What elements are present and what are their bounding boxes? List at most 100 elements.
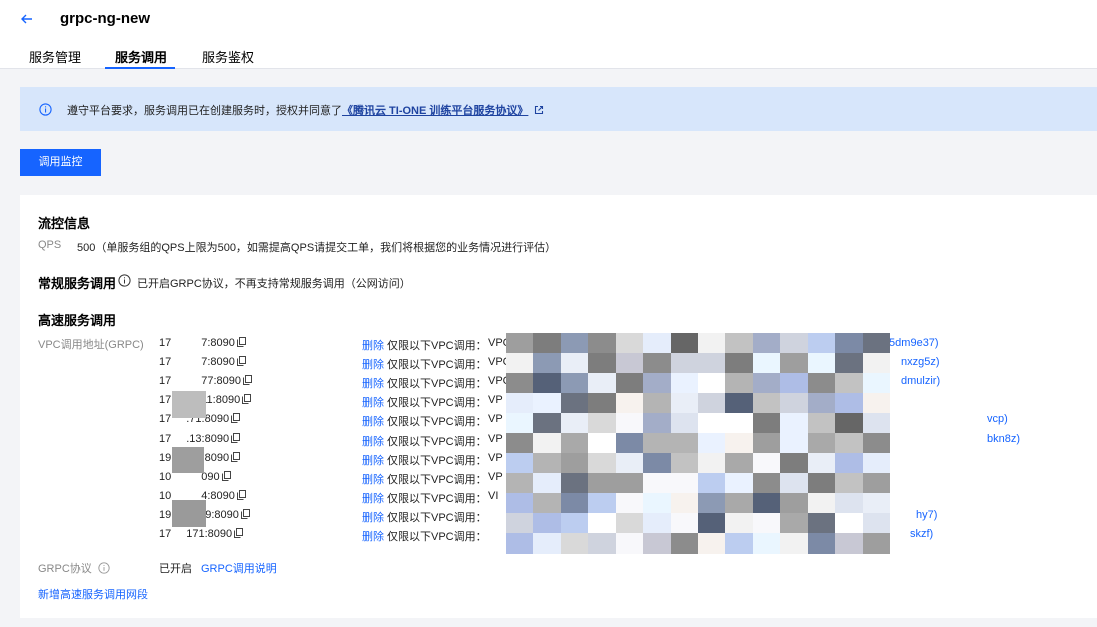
vpc-id-link[interactable]: dmulzir) xyxy=(901,375,940,387)
mosaic-tile xyxy=(533,533,562,554)
vpc-only-label: 仅限以下VPC调用： xyxy=(387,359,487,372)
mosaic-tile xyxy=(560,513,589,534)
mosaic-tile xyxy=(780,333,809,354)
mosaic-tile xyxy=(780,373,809,394)
vpc-only-label: 仅限以下VPC调用： xyxy=(387,511,487,524)
delete-link[interactable]: 删除 xyxy=(362,413,384,429)
delete-link[interactable]: 删除 xyxy=(362,394,384,410)
mosaic-tile xyxy=(725,393,754,414)
vpc-id-link[interactable]: nxzg5z) xyxy=(901,356,940,368)
ip-start: 19 xyxy=(159,451,172,464)
ip-start: 17 xyxy=(159,413,172,426)
mosaic-tile xyxy=(725,493,754,514)
back-arrow-icon[interactable] xyxy=(17,9,37,29)
mosaic-tile xyxy=(588,533,617,554)
mosaic-tile xyxy=(698,353,726,374)
regular-info-icon xyxy=(118,274,131,290)
vpc-id-link[interactable]: hy7) xyxy=(916,509,937,521)
tab-service-invocation[interactable]: 服务调用 xyxy=(115,47,167,66)
mosaic-tile xyxy=(615,333,644,354)
ip-start: 10 xyxy=(159,470,172,483)
mosaic-tile xyxy=(698,393,726,414)
mosaic-tile xyxy=(698,373,726,394)
mosaic-tile xyxy=(506,433,534,454)
copy-icon[interactable] xyxy=(235,489,246,502)
vpc-id-link[interactable]: skzf) xyxy=(910,528,933,540)
copy-icon[interactable] xyxy=(229,413,241,425)
mosaic-tile xyxy=(560,373,589,394)
mosaic-tile xyxy=(643,453,672,474)
copy-icon[interactable] xyxy=(239,508,250,521)
mosaic-tile xyxy=(725,473,754,494)
grpc-protocol-label: GRPC协议 xyxy=(38,560,110,576)
mosaic-tile xyxy=(780,493,809,514)
copy-icon[interactable] xyxy=(229,432,241,445)
mosaic-tile xyxy=(807,333,836,354)
flow-heading: 流控信息 xyxy=(38,216,91,231)
delete-link[interactable]: 删除 xyxy=(362,490,384,506)
mosaic-tile xyxy=(780,393,809,414)
mosaic-tile xyxy=(506,493,534,514)
invoke-monitor-button[interactable]: 调用监控 xyxy=(20,149,101,176)
vpc-only-label: 仅限以下VPC调用： xyxy=(387,416,487,429)
mosaic-tile xyxy=(560,533,589,554)
mosaic-tile xyxy=(643,513,672,534)
mosaic-tile xyxy=(615,513,644,534)
vpc-id-link[interactable]: vcp) xyxy=(987,413,1008,425)
add-highspeed-segment-link[interactable]: 新增高速服务调用网段 xyxy=(38,586,148,602)
mosaic-tile xyxy=(506,473,534,494)
copy-icon[interactable] xyxy=(220,470,231,483)
redacted-ip-block xyxy=(172,447,204,473)
mosaic-tile xyxy=(698,433,726,454)
copy-icon[interactable] xyxy=(229,451,241,464)
mosaic-tile xyxy=(835,373,864,394)
tab-service-auth[interactable]: 服务鉴权 xyxy=(202,47,254,66)
delete-link[interactable]: 删除 xyxy=(362,375,384,391)
mosaic-tile xyxy=(560,493,589,514)
agreement-link[interactable]: 《腾讯云 TI-ONE 训练平台服务协议》 xyxy=(342,105,528,117)
mosaic-tile xyxy=(862,533,891,554)
ip-start: 19 xyxy=(159,508,172,521)
mosaic-tile xyxy=(670,453,699,474)
mosaic-tile xyxy=(560,433,589,454)
mosaic-tile xyxy=(862,433,891,454)
tab-service-management[interactable]: 服务管理 xyxy=(29,47,81,66)
mosaic-tile xyxy=(588,473,617,494)
ip-start: 17 xyxy=(159,337,172,349)
qps-value: 500（单服务组的QPS上限为500，如需提高QPS请提交工单，我们将根据您的业… xyxy=(77,242,557,254)
mosaic-tile xyxy=(615,453,644,474)
mosaic-tile xyxy=(643,473,672,494)
mosaic-tile xyxy=(752,513,781,534)
vpc-name: VP xyxy=(488,413,503,426)
copy-icon[interactable] xyxy=(241,375,253,387)
delete-link[interactable]: 删除 xyxy=(362,528,384,544)
delete-link[interactable]: 删除 xyxy=(362,433,384,449)
mosaic-tile xyxy=(643,353,672,374)
delete-link[interactable]: 删除 xyxy=(362,471,384,487)
mosaic-tile xyxy=(533,453,562,474)
copy-icon[interactable] xyxy=(235,356,246,368)
vpc-address-label: VPC调用地址(GRPC) xyxy=(38,339,144,351)
mosaic-tile xyxy=(670,433,699,454)
redacted-ip-block xyxy=(172,500,206,527)
delete-link[interactable]: 删除 xyxy=(362,452,384,468)
mosaic-tile xyxy=(533,413,562,434)
vpc-id-link[interactable]: bkn8z) xyxy=(987,433,1020,445)
mosaic-tile xyxy=(807,473,836,494)
copy-icon[interactable] xyxy=(240,394,252,406)
delete-link[interactable]: 删除 xyxy=(362,509,384,525)
external-link-icon[interactable] xyxy=(534,105,544,118)
delete-link[interactable]: 删除 xyxy=(362,337,384,353)
grpc-doc-link[interactable]: GRPC调用说明 xyxy=(201,560,277,576)
mosaic-tile xyxy=(752,353,781,374)
copy-icon[interactable] xyxy=(232,528,244,540)
copy-icon[interactable] xyxy=(235,337,246,349)
ip-end: 11:8090 xyxy=(201,394,241,407)
delete-link[interactable]: 删除 xyxy=(362,356,384,372)
mosaic-tile xyxy=(506,393,534,414)
ip-end: 7:8090 xyxy=(201,356,235,369)
mosaic-tile xyxy=(807,493,836,514)
mosaic-tile xyxy=(588,453,617,474)
vpc-id-link[interactable]: f5dm9e37) xyxy=(886,337,939,349)
mosaic-tile xyxy=(835,393,864,414)
